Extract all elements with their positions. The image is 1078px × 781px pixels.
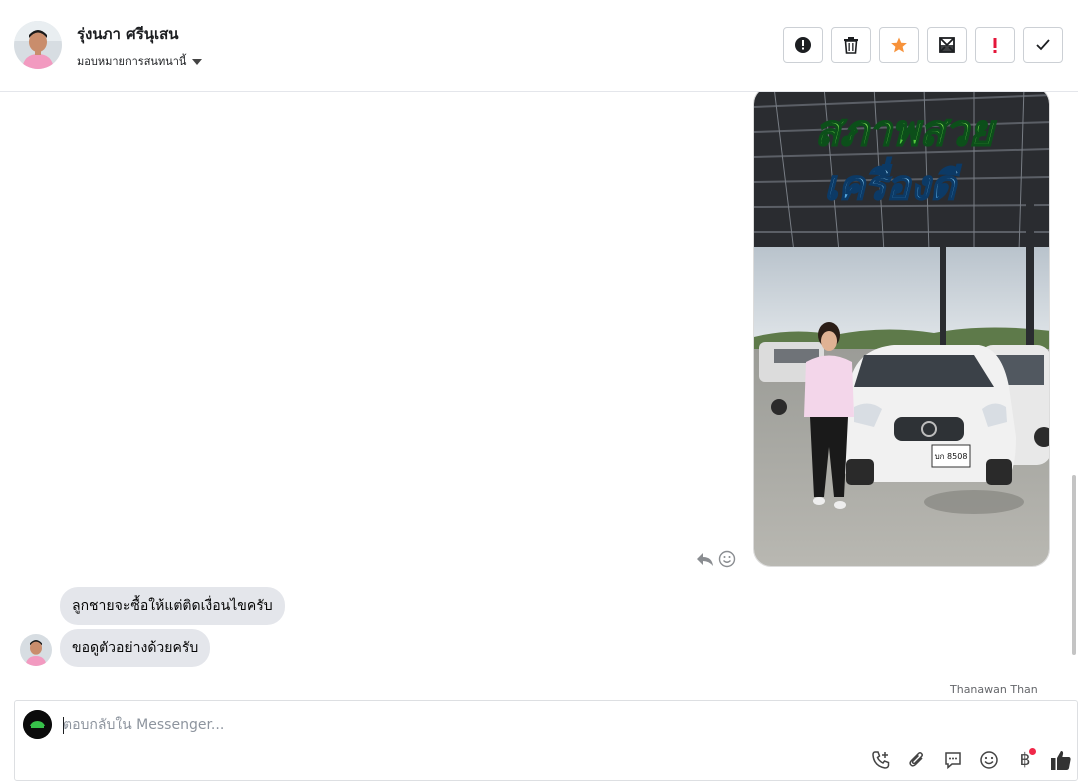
assign-label: มอบหมายการสนทนานี้ (77, 55, 187, 68)
saved-reply-icon (945, 752, 961, 770)
assign-conversation-dropdown[interactable]: มอบหมายการสนทนานี้ (77, 52, 203, 70)
contact-avatar[interactable] (14, 21, 62, 69)
delete-button[interactable] (831, 27, 871, 63)
conversation-actions (783, 27, 1063, 63)
star-icon (891, 37, 907, 53)
contact-name: รุ่งนภา ศรีนุเสน (77, 25, 179, 43)
mark-done-button[interactable] (1023, 27, 1063, 63)
emoji-button[interactable] (977, 748, 1001, 772)
alert-circle-icon (795, 37, 811, 53)
react-emoji-icon[interactable] (718, 550, 736, 572)
thumbs-up-icon (1051, 751, 1071, 770)
paperclip-icon (909, 752, 923, 767)
phone-icon (872, 751, 890, 769)
mark-unread-button[interactable] (927, 27, 967, 63)
composer-tools: ฿ (869, 748, 1073, 772)
mark-spam-button[interactable] (783, 27, 823, 63)
message-thread: บก 8508 สภาพสวย เครื่องดี ลูกชายจะซื้อให… (0, 92, 1078, 700)
exclamation-icon (993, 38, 997, 53)
like-button[interactable] (1049, 748, 1073, 772)
reply-composer: ฿ (14, 700, 1078, 781)
emoji-icon (980, 751, 998, 769)
envelope-open-icon (939, 37, 955, 53)
call-button[interactable] (869, 748, 893, 772)
saved-replies-button[interactable] (941, 748, 965, 772)
star-button[interactable] (879, 27, 919, 63)
reply-input[interactable] (63, 715, 763, 735)
payment-button[interactable]: ฿ (1013, 748, 1037, 772)
message-hover-tools (696, 550, 736, 572)
conversation-header: รุ่งนภา ศรีนุเสน มอบหมายการสนทนานี้ (0, 0, 1078, 92)
shared-photo[interactable]: บก 8508 สภาพสวย เครื่องดี (753, 92, 1050, 567)
photo-caption-line2: เครื่องดี (824, 157, 961, 209)
photo-caption-line1: สภาพสวย (815, 106, 997, 155)
license-plate: บก 8508 (935, 452, 968, 461)
incoming-message[interactable]: ขอดูตัวอย่างด้วยครับ (60, 629, 211, 667)
incoming-message[interactable]: ลูกชายจะซื้อให้แต่ติดเงื่อนไขครับ (60, 587, 285, 625)
sender-avatar (20, 634, 52, 666)
notification-dot (1029, 748, 1036, 755)
trash-icon (844, 37, 858, 54)
follow-up-button[interactable] (975, 27, 1015, 63)
page-avatar (23, 710, 52, 739)
chevron-down-icon (192, 58, 203, 65)
attach-button[interactable] (905, 748, 929, 772)
seen-by-label: Thanawan Than (950, 683, 1038, 696)
thread-scrollbar[interactable] (1072, 475, 1076, 655)
checkmark-icon (1036, 39, 1050, 51)
reply-icon[interactable] (696, 551, 714, 571)
